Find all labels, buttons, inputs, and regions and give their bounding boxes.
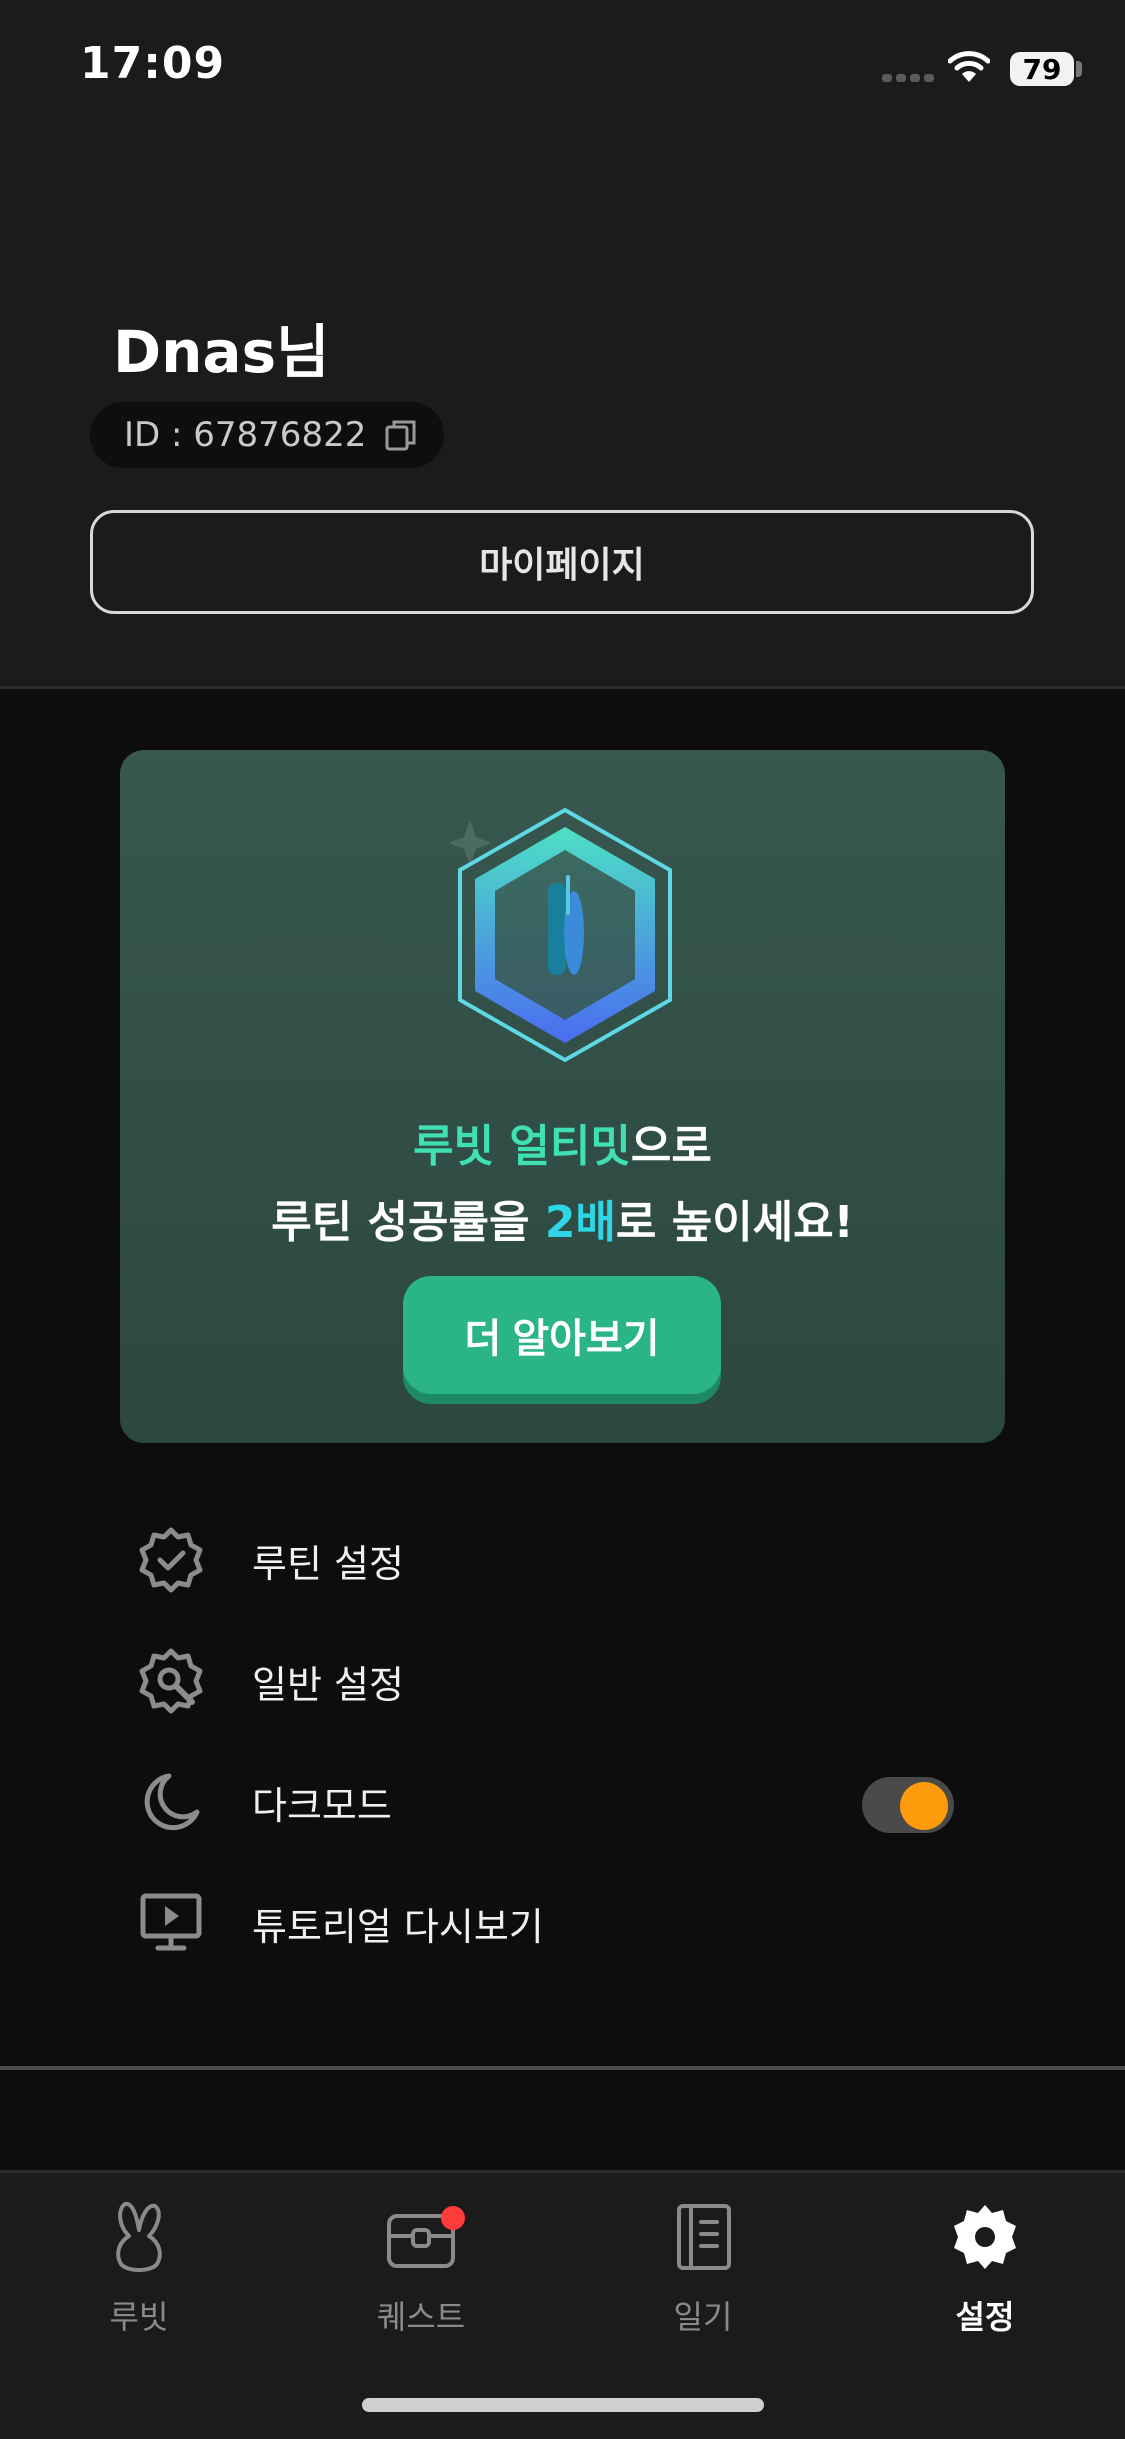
- section-divider: [0, 2066, 1125, 2070]
- tab-label: 설정: [955, 2298, 1015, 2336]
- tab-label: 퀘스트: [376, 2298, 466, 2336]
- quest-notification-badge: [441, 2206, 465, 2230]
- tab-label: 루빗: [109, 2298, 169, 2336]
- promo-line2-suffix: 로 높이세요!: [615, 1197, 854, 1248]
- menu-item-routine-settings[interactable]: 루틴 설정: [130, 1520, 1000, 1600]
- tab-settings[interactable]: 설정: [895, 2200, 1075, 2338]
- promo-line2-prefix: 루틴 성공률을: [271, 1197, 545, 1248]
- promo-multiplier: 2배: [544, 1197, 616, 1248]
- promo-headline-line2: 루틴 성공률을 2배로 높이세요!: [120, 1186, 1005, 1250]
- rabbit-icon: [116, 2201, 162, 2272]
- promo-product-name: 루빗 얼티밋: [413, 1121, 631, 1172]
- status-time: 17:09: [80, 38, 226, 89]
- dark-mode-toggle-knob: [900, 1782, 948, 1830]
- gear-icon: [954, 2205, 1016, 2269]
- menu-label: 일반 설정: [252, 1662, 404, 1707]
- tab-quest[interactable]: 퀘스트: [331, 2200, 511, 2338]
- user-id-text: ID : 67876822: [124, 415, 367, 455]
- moon-icon: [130, 1761, 212, 1843]
- gear-wrench-icon: [130, 1640, 212, 1722]
- user-id-pill[interactable]: ID : 67876822: [90, 402, 444, 468]
- gear-check-icon: [130, 1519, 212, 1601]
- cellular-signal-icon: [882, 74, 934, 82]
- presentation-icon: [130, 1882, 212, 1964]
- wifi-icon: [948, 51, 990, 82]
- ultimate-badge-icon: [448, 807, 672, 1063]
- user-name: Dnas님: [113, 318, 330, 386]
- copy-icon[interactable]: [384, 418, 418, 452]
- tab-diary[interactable]: 일기: [613, 2200, 793, 2338]
- mypage-button[interactable]: 마이페이지: [90, 510, 1034, 614]
- menu-item-general-settings[interactable]: 일반 설정: [130, 1641, 1000, 1721]
- menu-item-tutorial[interactable]: 튜토리얼 다시보기: [130, 1883, 1000, 1963]
- promo-headline-line1: 루빗 얼티밋으로: [120, 1110, 1005, 1174]
- battery-indicator: 79: [1010, 52, 1074, 86]
- learn-more-button[interactable]: 더 알아보기: [403, 1276, 721, 1394]
- battery-nub: [1076, 61, 1082, 77]
- menu-label: 다크모드: [252, 1783, 392, 1828]
- tab-label: 일기: [673, 2298, 733, 2336]
- diary-icon: [677, 2204, 731, 2270]
- menu-label: 튜토리얼 다시보기: [252, 1904, 544, 1949]
- tab-rubit[interactable]: 루빗: [49, 2200, 229, 2338]
- home-indicator: [362, 2398, 764, 2412]
- menu-label: 루틴 설정: [252, 1541, 404, 1586]
- promo-line1-rest: 으로: [630, 1121, 712, 1172]
